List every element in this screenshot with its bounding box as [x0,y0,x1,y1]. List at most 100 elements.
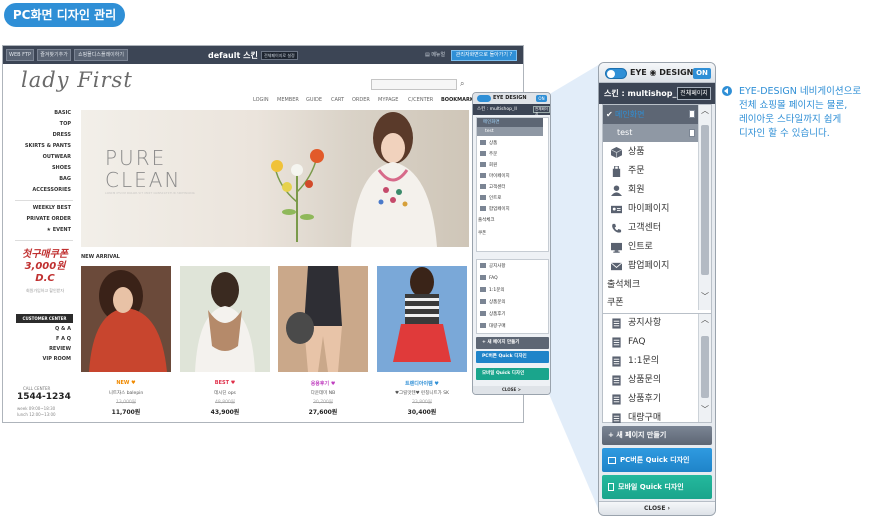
scroll-thumb[interactable] [701,125,709,275]
page-item-popup[interactable]: 팝업페이지 [603,257,699,276]
nav-mypage[interactable]: MYPAGE [378,97,398,103]
page-item-inquiry[interactable]: 1:1문의 [603,352,699,371]
category-shoes[interactable]: SHOES [52,165,71,171]
shop-logo[interactable]: lady First [21,68,133,92]
mini-item-main[interactable]: 메인화면 [477,118,543,127]
page-item-member[interactable]: 회원 [603,181,699,200]
nav-guide[interactable]: GUIDE [306,97,322,103]
mini-item[interactable]: 출석체크 [478,217,495,223]
favorite-button[interactable]: 즐겨찾기추가 [37,49,71,61]
product-name[interactable]: 다운데미 NB [278,390,368,396]
board-page-list[interactable]: 공지사항 FAQ 1:1문의 상품문의 상품후기 대량구매 ︿ ﹀ [602,313,712,423]
mini-item[interactable]: 대량구매 [480,323,506,329]
mini-all-pages-button[interactable]: 전체페이지 [533,106,550,116]
mini-item-test[interactable]: test [477,127,543,136]
special-weekly-best[interactable]: WEEKLY BEST [33,205,71,211]
mini-toggle-switch[interactable] [477,95,491,102]
scroll-thumb[interactable] [701,336,709,398]
mini-item[interactable]: 주문 [480,151,497,157]
page-item-test[interactable]: test [603,124,699,142]
special-event[interactable]: ★ EVENT [46,227,71,233]
mini-item[interactable]: 상품문의 [480,299,506,305]
category-top[interactable]: TOP [60,121,71,127]
nav-cart[interactable]: CART [331,97,344,103]
page-item-intro[interactable]: 인트로 [603,238,699,257]
skin-badge[interactable]: 전체페이지로 설정 [261,51,298,60]
manual-link[interactable]: ▤ 메뉴얼 [425,51,445,58]
product-image-4[interactable] [377,266,467,372]
page-item-customer-center[interactable]: 고객센터 [603,219,699,238]
page-item-review[interactable]: 상품후기 [603,390,699,409]
nav-bookmark[interactable]: BOOKMARK [441,97,474,103]
mini-item[interactable]: 쿠폰 [478,230,486,236]
product-image-3[interactable] [278,266,368,372]
page-item-bulk-order[interactable]: 대량구매 [603,409,699,423]
new-page-button[interactable]: + 새 페이지 만들기 [602,426,712,445]
chevron-down-icon[interactable]: ﹀ [701,291,709,302]
chevron-down-icon[interactable]: ﹀ [701,404,709,415]
page-item-main[interactable]: ✔ 메인화면 [603,105,699,124]
mini-page-list[interactable]: 메인화면 test 상품 주문 회원 마이페이지 고객센터 인트로 팝업페이지 … [476,117,549,252]
toggle-switch[interactable] [605,68,627,79]
category-bag[interactable]: BAG [59,176,71,182]
page-item-product[interactable]: 상품 [603,143,699,162]
product-name[interactable]: ♥그릴맛텐♥ 런칭니트가 SK [377,390,467,396]
close-button[interactable]: CLOSE › [599,501,715,515]
mini-item[interactable]: 회원 [480,162,497,168]
category-accessories[interactable]: ACCESSORIES [32,187,71,193]
category-basic[interactable]: BASIC [54,110,71,116]
mini-item[interactable]: 상품 [480,140,497,146]
category-dress[interactable]: DRESS [53,132,71,138]
cs-faq[interactable]: F A Q [56,336,71,342]
page-item-mypage[interactable]: 마이페이지 [603,200,699,219]
cs-vip-room[interactable]: VIP ROOM [43,356,71,362]
mini-item[interactable]: 공지사항 [480,263,506,269]
mini-item[interactable]: FAQ [480,275,498,281]
product-image-1[interactable] [81,266,171,372]
page-item-product-qna[interactable]: 상품문의 [603,371,699,390]
special-private-order[interactable]: PRIVATE ORDER [27,216,71,222]
mini-item[interactable]: 1:1문의 [480,287,505,293]
nav-order[interactable]: ORDER [352,97,370,103]
nav-ccenter[interactable]: C/CENTER [408,97,433,103]
nav-login[interactable]: LOGIN [253,97,269,103]
web-ftp-button[interactable]: WEB FTP [6,49,34,61]
mini-page-list-2[interactable]: 공지사항 FAQ 1:1문의 상품문의 상품후기 대량구매 [476,259,549,334]
mini-item[interactable]: 팝업페이지 [480,206,510,212]
mini-pc-quick-design-button[interactable]: PC버튼 Quick 디자인 [476,351,549,363]
search-icon[interactable]: ⌕ [460,79,464,89]
coupon-banner[interactable]: 첫구매쿠폰 3,000원 D.C 회원가입하고 할인받자 [17,249,73,297]
pc-quick-design-button[interactable]: PC버튼 Quick 디자인 [602,448,712,472]
return-admin-button[interactable]: 관리자화면으로 돌아가기 ? [451,50,517,61]
category-skirts-pants[interactable]: SKIRTS & PANTS [25,143,71,149]
mini-item[interactable]: 상품후기 [480,311,506,317]
nav-member[interactable]: MEMBER [277,97,299,103]
chevron-up-icon[interactable]: ︿ [701,314,709,325]
page-item-coupon[interactable]: 쿠폰 [603,294,699,313]
mini-item[interactable]: 고객센터 [480,184,506,190]
category-outwear[interactable]: OUTWEAR [43,154,71,160]
page-item-notice[interactable]: 공지사항 [603,314,699,333]
display-button[interactable]: 쇼핑몰디스플레이하기 [74,49,128,61]
main-banner[interactable]: PURE CLEAN LOREM IPSUM DOLOR SIT AMET CO… [81,110,469,247]
product-image-2[interactable] [180,266,270,372]
page-item-order[interactable]: 주문 [603,162,699,181]
mini-item[interactable]: 마이페이지 [480,173,510,179]
cs-review[interactable]: REVIEW [49,346,71,352]
page-item-attendance[interactable]: 출석체크 [603,276,699,295]
mini-close-button[interactable]: CLOSE > [473,386,550,394]
mini-new-page-button[interactable]: + 새 페이지 만들기 [476,337,549,349]
board-list-scrollbar[interactable]: ︿ ﹀ [698,314,711,422]
search-input[interactable] [371,79,457,90]
cs-qna[interactable]: Q & A [55,326,71,332]
page-item-faq[interactable]: FAQ [603,333,699,352]
mini-mobile-quick-design-button[interactable]: 모바일 Quick 디자인 [476,368,549,380]
page-list-scrollbar[interactable]: ︿ ﹀ [698,105,711,310]
document-icon[interactable] [689,110,695,118]
chevron-up-icon[interactable]: ︿ [701,105,709,116]
mini-item[interactable]: 인트로 [480,195,501,201]
product-name[interactable]: 데시딘 ops [180,390,270,396]
all-pages-button[interactable]: 전체페이지 [677,87,711,100]
product-name[interactable]: 니트자스 balepin [81,390,171,396]
document-icon[interactable] [689,129,695,137]
